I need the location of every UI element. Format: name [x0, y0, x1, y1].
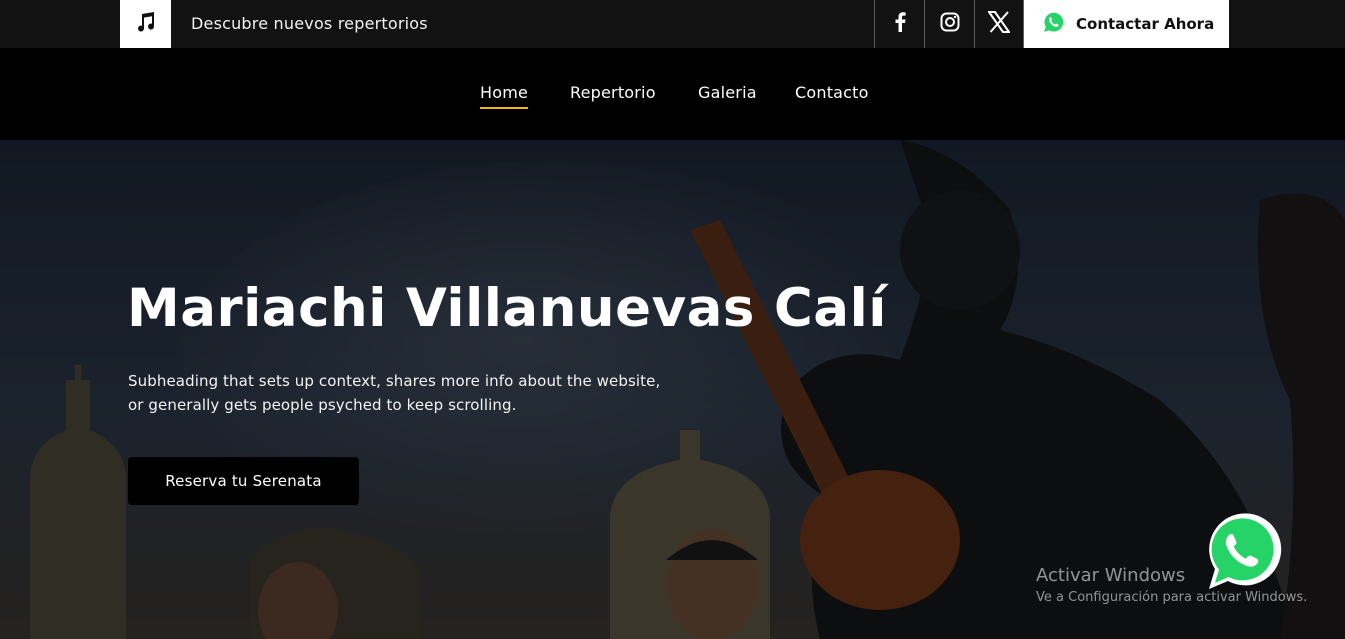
x-twitter-icon	[987, 11, 1011, 37]
main-nav: Home Repertorio Galeria Contacto	[0, 48, 1345, 140]
whatsapp-icon	[1201, 513, 1283, 597]
facebook-icon	[893, 12, 907, 36]
instagram-icon	[940, 12, 960, 36]
top-bar: Descubre nuevos repertorios Contactar Ah…	[0, 0, 1345, 48]
x-twitter-link[interactable]	[974, 0, 1024, 48]
nav-item-home[interactable]: Home	[480, 83, 529, 109]
hero-subheading-line-1: Subheading that sets up context, shares …	[128, 372, 661, 390]
contact-now-button[interactable]: Contactar Ahora	[1024, 0, 1229, 48]
whatsapp-floating-button[interactable]	[1201, 511, 1283, 593]
book-serenade-button[interactable]: Reserva tu Serenata	[128, 457, 359, 505]
music-note-icon	[134, 10, 158, 38]
topbar-tagline: Descubre nuevos repertorios	[191, 14, 428, 33]
contact-now-label: Contactar Ahora	[1076, 15, 1215, 33]
instagram-link[interactable]	[924, 0, 974, 48]
music-note-badge	[120, 0, 171, 48]
hero-section: Mariachi Villanuevas Calí Subheading tha…	[0, 140, 1345, 639]
whatsapp-icon	[1041, 10, 1066, 39]
nav-item-galeria[interactable]: Galeria	[698, 83, 757, 102]
windows-activation-title: Activar Windows	[1036, 565, 1186, 586]
hero-title: Mariachi Villanuevas Calí	[127, 278, 887, 339]
facebook-link[interactable]	[874, 0, 924, 48]
hero-subheading-line-2: or generally gets people psyched to keep…	[128, 396, 517, 414]
nav-item-repertorio[interactable]: Repertorio	[570, 83, 656, 102]
nav-item-contacto[interactable]: Contacto	[795, 83, 869, 102]
